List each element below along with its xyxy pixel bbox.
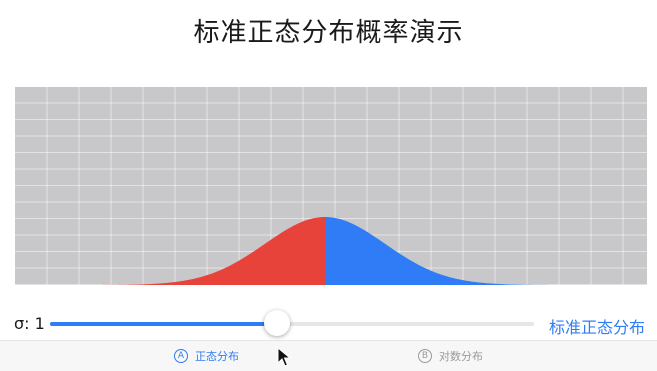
tab-normal-distribution[interactable]: A 正态分布 bbox=[174, 347, 239, 365]
slider-track[interactable] bbox=[50, 322, 534, 326]
sigma-value-label: σ: 1 bbox=[14, 314, 45, 333]
slider-fill bbox=[50, 322, 278, 326]
mouse-cursor-icon bbox=[277, 347, 291, 367]
tab-label: 对数分布 bbox=[439, 350, 483, 363]
slider-thumb[interactable] bbox=[264, 310, 291, 336]
chart-svg bbox=[15, 87, 647, 285]
page-title: 标准正态分布概率演示 bbox=[193, 18, 464, 48]
right-tail-area bbox=[325, 217, 565, 285]
sigma-slider[interactable] bbox=[50, 310, 534, 337]
tab-lognormal-distribution[interactable]: B 对数分布 bbox=[418, 347, 483, 365]
circle-b-icon: B bbox=[418, 349, 432, 363]
tab-label: 正态分布 bbox=[195, 350, 239, 363]
circle-a-icon: A bbox=[174, 349, 188, 363]
distribution-mode-label[interactable]: 标准正态分布 bbox=[549, 314, 645, 338]
distribution-chart bbox=[15, 87, 647, 285]
left-tail-area bbox=[85, 217, 325, 285]
bottom-tab-bar: A 正态分布 B 对数分布 bbox=[0, 340, 657, 371]
